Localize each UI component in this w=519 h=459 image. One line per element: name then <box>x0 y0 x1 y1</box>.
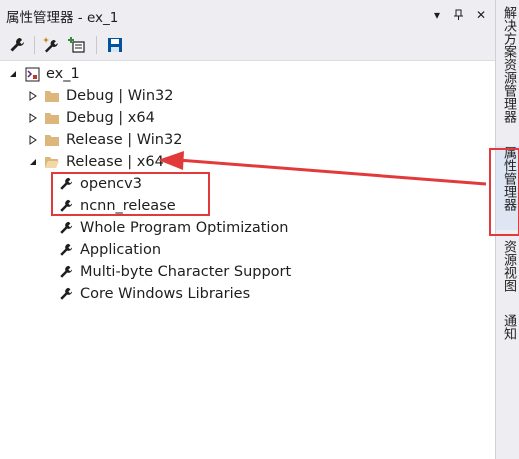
annotation-arrow <box>158 151 487 186</box>
